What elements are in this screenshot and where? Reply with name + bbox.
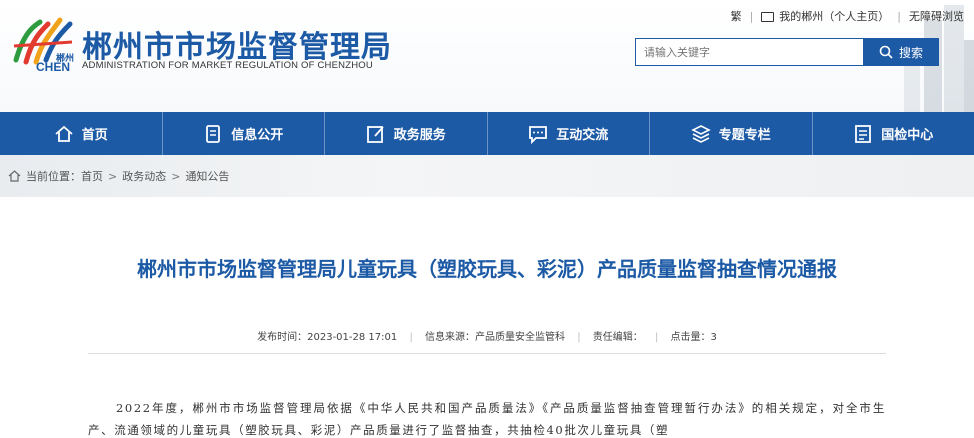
document-icon xyxy=(206,124,221,143)
publish-time-label: 发布时间： xyxy=(257,332,308,343)
search-button[interactable]: 搜索 xyxy=(863,38,939,66)
source: 产品质量安全监管科 xyxy=(475,332,565,343)
home-icon xyxy=(55,125,73,142)
nav-label: 互动交流 xyxy=(556,128,609,143)
article-meta: 发布时间：2023-01-28 17:01 | 信息来源：产品质量安全监管科 |… xyxy=(0,328,974,343)
article: 郴州市市场监督管理局儿童玩具（塑胶玩具、彩泥）产品质量监督抽查情况通报 发布时间… xyxy=(0,197,974,438)
nav-item-special-topics[interactable]: 专题专栏 xyxy=(650,112,813,155)
chat-icon xyxy=(529,125,548,144)
source-label: 信息来源： xyxy=(425,332,475,343)
breadcrumb-prefix: 当前位置： xyxy=(26,170,81,183)
article-body-text: 2022年度，郴州市市场监督管理局依据《中华人民共和国产品质量法》《产品质量监督… xyxy=(88,401,886,437)
accessibility-link[interactable]: 无障碍浏览 xyxy=(909,8,964,24)
breadcrumb-item-home[interactable]: 首页 xyxy=(81,168,103,184)
home-icon xyxy=(8,170,21,182)
editor-label: 责任编辑： xyxy=(592,332,643,343)
breadcrumb-separator: > xyxy=(108,169,118,183)
nav-item-home[interactable]: 首页 xyxy=(0,112,163,155)
nav-label: 信息公开 xyxy=(231,128,284,143)
main-nav: 首页 信息公开 政务服务 互动交流 专题专栏 国检中心 xyxy=(0,112,974,155)
meta-separator: | xyxy=(654,332,659,343)
breadcrumb-separator: > xyxy=(171,169,181,183)
nav-item-government-services[interactable]: 政务服务 xyxy=(325,112,488,155)
meta-divider xyxy=(88,353,886,354)
search-bar: 搜索 xyxy=(635,38,939,66)
site-header: 郴州 CHEN 郴州市市场监督管理局 ADMINISTRATION FOR MA… xyxy=(0,0,974,112)
site-subtitle: ADMINISTRATION FOR MARKET REGULATION OF … xyxy=(82,60,373,71)
article-body: 2022年度，郴州市市场监督管理局依据《中华人民共和国产品质量法》《产品质量监督… xyxy=(88,397,886,438)
top-links: 繁 | 我的郴州（个人主页） | 无障碍浏览 xyxy=(731,8,964,24)
breadcrumb: 当前位置： 首页 > 政务动态 > 通知公告 xyxy=(0,155,974,197)
my-chenzhou-link[interactable]: 我的郴州（个人主页） xyxy=(779,8,889,24)
monitor-icon xyxy=(761,12,775,22)
nav-item-inspection-center[interactable]: 国检中心 xyxy=(813,112,974,155)
views-label: 点击量： xyxy=(670,332,711,343)
top-links-separator: | xyxy=(749,9,754,23)
traditional-chinese-link[interactable]: 繁 xyxy=(731,8,742,24)
nav-label: 首页 xyxy=(81,128,108,143)
nav-item-interaction[interactable]: 互动交流 xyxy=(488,112,650,155)
top-links-separator: | xyxy=(897,9,901,23)
search-icon xyxy=(879,45,893,59)
views-count: 3 xyxy=(710,332,717,343)
breadcrumb-item-notices[interactable]: 通知公告 xyxy=(185,168,229,184)
nav-label: 专题专栏 xyxy=(718,128,771,143)
nav-item-info-disclosure[interactable]: 信息公开 xyxy=(163,112,325,155)
list-icon xyxy=(855,124,872,143)
edit-icon xyxy=(366,125,384,143)
article-title: 郴州市市场监督管理局儿童玩具（塑胶玩具、彩泥）产品质量监督抽查情况通报 xyxy=(137,257,837,281)
search-button-label: 搜索 xyxy=(898,45,923,60)
meta-separator: | xyxy=(577,332,581,343)
publish-time: 2023-01-28 17:01 xyxy=(307,332,398,343)
nav-label: 国检中心 xyxy=(881,128,934,143)
layers-icon xyxy=(690,124,711,143)
logo-english-text: CHEN xyxy=(36,60,71,74)
breadcrumb-item-news[interactable]: 政务动态 xyxy=(122,168,166,184)
meta-separator: | xyxy=(409,332,413,343)
search-input[interactable] xyxy=(635,38,863,66)
nav-label: 政务服务 xyxy=(393,128,446,143)
